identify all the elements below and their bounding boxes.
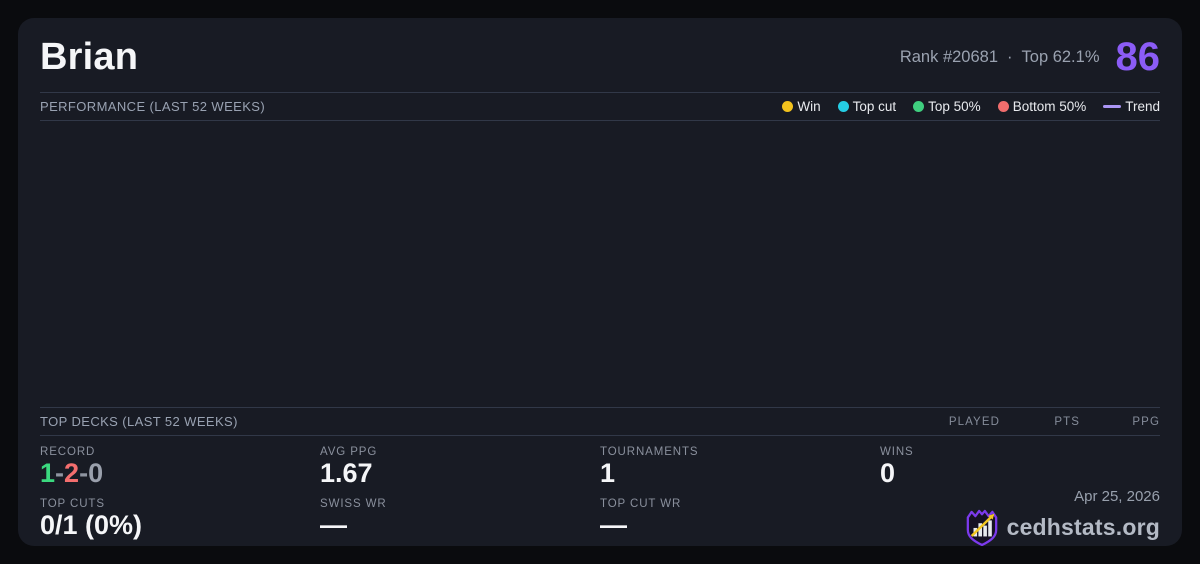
record-part: 2 [64, 458, 80, 488]
brand: cedhstats.org [965, 508, 1160, 546]
legend-dot-icon [913, 101, 925, 112]
trend-line-icon [1103, 105, 1122, 108]
stat-swiss-wr-value: — [320, 510, 347, 540]
performance-section-label: PERFORMANCE (LAST 52 WEEKS) [40, 99, 266, 114]
legend-label: Win [797, 99, 821, 114]
brand-text: cedhstats.org [1006, 513, 1160, 540]
rank-score-group: Rank #20681 · Top 62.1% 86 [900, 37, 1160, 77]
stat-swiss-wr-label: SWISS WR [320, 498, 387, 510]
player-name: Brian [40, 35, 139, 78]
legend-dot-icon [997, 101, 1009, 112]
stat-tournaments: TOURNAMENTS 1 [600, 442, 880, 494]
top-decks-header-row: TOP DECKS (LAST 52 WEEKS) PLAYED PTS PPG [40, 407, 1160, 436]
deck-column-ppg: PPG [1132, 415, 1160, 428]
separator-dot: · [1007, 47, 1013, 66]
stat-wins: WINS 0 [880, 442, 1160, 494]
chart-legend: Win Top cut Top 50% Bottom 50% Trend [782, 99, 1160, 114]
stat-top-cuts: TOP CUTS 0/1 (0%) [40, 494, 320, 546]
cedhstats-logo-icon [965, 508, 999, 546]
stat-top-cut-wr-label: TOP CUT WR [600, 498, 682, 510]
record-part: - [55, 458, 65, 488]
stat-tournaments-label: TOURNAMENTS [600, 446, 699, 458]
legend-label: Top 50% [928, 99, 981, 114]
legend-dot-icon [782, 101, 794, 112]
legend-item-top-cut: Top cut [837, 99, 897, 114]
record-part: 1 [40, 458, 56, 488]
player-score: 86 [1115, 35, 1161, 79]
rank-line: Rank #20681 · Top 62.1% [900, 48, 1100, 67]
rank-label: Rank #20681 [899, 47, 999, 66]
stat-wins-value: 0 [880, 458, 896, 488]
stat-swiss-wr: SWISS WR — [320, 494, 600, 546]
stat-top-cut-wr: TOP CUT WR — [600, 494, 880, 546]
legend-item-win: Win [782, 99, 821, 114]
stat-avg-ppg-label: AVG PPG [320, 446, 378, 458]
deck-column-pts: PTS [1054, 415, 1080, 428]
stat-top-cuts-value: 0/1 (0%) [40, 510, 143, 540]
stat-wins-label: WINS [880, 446, 914, 458]
stat-avg-ppg: AVG PPG 1.67 [320, 442, 600, 494]
footer-cell: Apr 25, 2026 cedhstats.org [880, 488, 1160, 546]
legend-label: Top cut [852, 99, 897, 114]
stat-record-value: 1-2-0 [40, 458, 320, 489]
player-stats-card: Brian Rank #20681 · Top 62.1% 86 PERFORM… [18, 18, 1182, 546]
legend-label: Trend [1125, 99, 1160, 114]
stats-grid: RECORD 1-2-0 AVG PPG 1.67 TOURNAMENTS 1 … [40, 436, 1160, 546]
deck-table-column-headers: PLAYED PTS PPG [920, 416, 1160, 428]
legend-label: Bottom 50% [1012, 99, 1087, 114]
legend-item-bottom-50-: Bottom 50% [997, 99, 1087, 114]
legend-dot-icon [837, 101, 849, 112]
stat-record-label: RECORD [40, 446, 96, 458]
performance-header-row: PERFORMANCE (LAST 52 WEEKS) Win Top cut To… [40, 92, 1160, 121]
legend-item-trend: Trend [1103, 99, 1160, 114]
record-part: 0 [88, 458, 104, 488]
legend-item-top-50-: Top 50% [913, 99, 981, 114]
top-percent-label: Top 62.1% [1021, 47, 1100, 66]
deck-column-played: PLAYED [948, 415, 1000, 428]
card-header: Brian Rank #20681 · Top 62.1% 86 [40, 18, 1160, 92]
stat-tournaments-value: 1 [600, 458, 616, 488]
performance-chart [40, 121, 1160, 407]
stat-record: RECORD 1-2-0 [40, 442, 320, 494]
record-part: - [79, 458, 89, 488]
stat-top-cut-wr-value: — [600, 510, 627, 540]
stat-top-cuts-label: TOP CUTS [40, 498, 105, 510]
top-decks-section-label: TOP DECKS (LAST 52 WEEKS) [40, 414, 238, 429]
card-date: Apr 25, 2026 [1074, 488, 1160, 505]
stat-avg-ppg-value: 1.67 [320, 458, 373, 488]
